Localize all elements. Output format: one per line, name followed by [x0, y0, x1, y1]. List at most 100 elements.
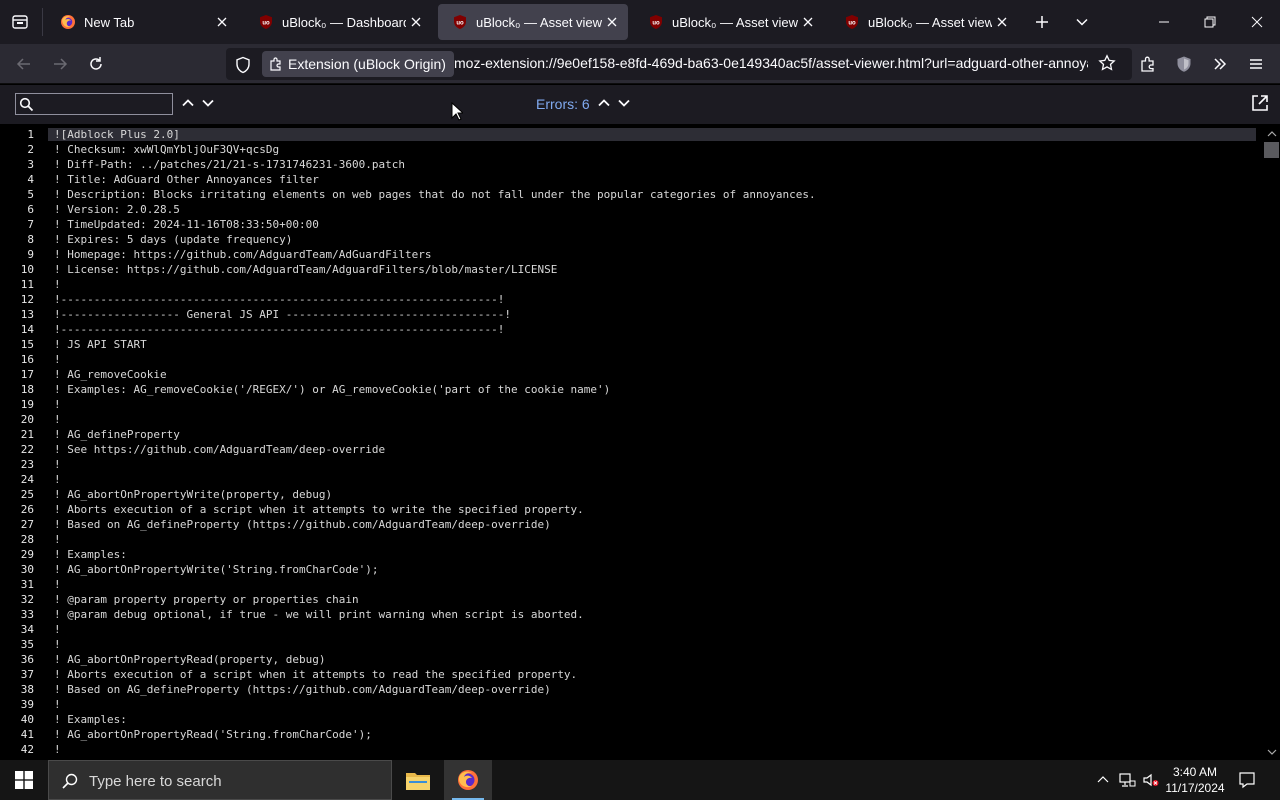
- line-number: 13: [20, 308, 34, 321]
- folder-icon: [406, 773, 430, 790]
- code-line: ! See https://github.com/AdguardTeam/dee…: [54, 443, 386, 456]
- open-in-new-tab-button[interactable]: [1250, 93, 1270, 113]
- code-line: !: [54, 353, 61, 366]
- minimize-button[interactable]: [1141, 0, 1187, 44]
- tab-1[interactable]: New Tab: [46, 4, 238, 40]
- find-field[interactable]: [15, 93, 173, 115]
- previous-error-button[interactable]: [596, 95, 612, 111]
- close-icon: [803, 17, 813, 27]
- find-next-button[interactable]: [200, 95, 216, 111]
- find-previous-button[interactable]: [180, 95, 196, 111]
- chevron-down-icon: [618, 99, 630, 107]
- plus-icon: [1036, 16, 1048, 28]
- code-line: ![Adblock Plus 2.0]: [48, 128, 1256, 141]
- scroll-down-arrow[interactable]: [1265, 746, 1278, 758]
- close-tab-button[interactable]: [992, 12, 1012, 32]
- scroll-up-arrow[interactable]: [1265, 128, 1278, 140]
- tab-2[interactable]: uo uBlock₀ — Dashboard: [244, 4, 432, 40]
- bookmark-star-icon[interactable]: [1098, 54, 1116, 77]
- code-line: ! Expires: 5 days (update frequency): [54, 233, 293, 246]
- chevron-up-icon: [598, 99, 610, 107]
- ublock-icon: uo: [846, 15, 858, 29]
- chevron-down-icon: [202, 99, 214, 107]
- code-line: ! AG_abortOnPropertyRead('String.fromCha…: [54, 728, 372, 741]
- close-tab-button[interactable]: [602, 12, 622, 32]
- find-input[interactable]: [36, 95, 170, 113]
- line-number: 34: [20, 623, 34, 636]
- firefox-view-icon: [12, 15, 28, 29]
- code-line: !---------------------------------------…: [54, 323, 505, 336]
- volume-tray-button[interactable]: [1140, 760, 1162, 800]
- tracking-protection-icon[interactable]: [234, 56, 252, 79]
- line-number: 42: [20, 743, 34, 756]
- tab-3[interactable]: uo uBlock₀ — Asset viewer: [438, 4, 628, 40]
- close-tab-button[interactable]: [406, 12, 426, 32]
- address-bar[interactable]: Extension (uBlock Origin) moz-extension:…: [226, 48, 1132, 80]
- reload-icon: [90, 57, 102, 70]
- close-icon: [411, 17, 421, 27]
- tab-5[interactable]: uo uBlock₀ — Asset viewer: [830, 4, 1018, 40]
- code-line: !: [54, 743, 61, 756]
- next-error-button[interactable]: [616, 95, 632, 111]
- url-text[interactable]: moz-extension://9e0ef158-e8fd-469d-ba63-…: [454, 55, 1088, 71]
- site-identity-button[interactable]: Extension (uBlock Origin): [262, 51, 454, 77]
- notification-center-button[interactable]: [1234, 760, 1260, 800]
- code-line: ! AG_defineProperty: [54, 428, 180, 441]
- vertical-scrollbar[interactable]: [1263, 126, 1280, 760]
- line-number: 41: [20, 728, 34, 741]
- line-number: 15: [20, 338, 34, 351]
- line-number: 32: [20, 593, 34, 606]
- restore-button[interactable]: [1187, 0, 1233, 44]
- asset-viewer-toolbar: Errors: 6: [0, 85, 1280, 124]
- application-menu-button[interactable]: [1242, 50, 1270, 78]
- firefox-icon: [61, 15, 75, 29]
- chevron-down-icon: [1076, 18, 1088, 26]
- close-icon: [1251, 16, 1263, 28]
- line-number: 6: [27, 203, 34, 216]
- code-line: ! @param property property or properties…: [54, 593, 359, 606]
- line-number: 20: [20, 413, 34, 426]
- tab-4[interactable]: uo uBlock₀ — Asset viewer: [634, 4, 824, 40]
- hamburger-menu-icon: [1250, 59, 1262, 69]
- tab-title: uBlock₀ — Dashboard: [282, 14, 406, 30]
- show-hidden-icons-button[interactable]: [1094, 760, 1112, 800]
- svg-text:uo: uo: [652, 20, 660, 26]
- code-line: !: [54, 278, 61, 291]
- line-number: 36: [20, 653, 34, 666]
- line-number: 2: [27, 143, 34, 156]
- close-tab-button[interactable]: [212, 12, 232, 32]
- line-number: 11: [20, 278, 34, 291]
- extensions-button[interactable]: [1134, 50, 1162, 78]
- line-number: 16: [20, 353, 34, 366]
- code-line: ! Homepage: https://github.com/AdguardTe…: [54, 248, 432, 261]
- scrollbar-thumb[interactable]: [1264, 142, 1279, 158]
- tab-strip-divider: [42, 8, 43, 36]
- network-tray-button[interactable]: [1116, 760, 1138, 800]
- close-icon: [607, 17, 617, 27]
- taskbar-clock[interactable]: 3:40 AM 11/17/2024: [1160, 764, 1230, 796]
- line-number: 24: [20, 473, 34, 486]
- ublock-shield-icon: [1177, 56, 1191, 72]
- code-line: !: [54, 698, 61, 711]
- ublock-toolbar-button[interactable]: [1170, 50, 1198, 78]
- list-all-tabs-button[interactable]: [1070, 10, 1094, 34]
- chevron-up-icon: [1097, 776, 1109, 783]
- close-tab-button[interactable]: [798, 12, 818, 32]
- line-number: 9: [27, 248, 34, 261]
- forward-button[interactable]: [46, 50, 74, 78]
- back-button[interactable]: [10, 50, 38, 78]
- firefox-taskbar-button[interactable]: [444, 760, 492, 800]
- start-button[interactable]: [0, 760, 48, 800]
- line-number: 19: [20, 398, 34, 411]
- code-editor[interactable]: 1 2 3 4 5 6 7 8 9 10 11 12 13 14 15 16 17 18 19 20 21 22 23 24 2…: [0, 126, 1280, 760]
- taskbar-search-box[interactable]: Type here to search: [48, 760, 392, 800]
- firefox-view-button[interactable]: [8, 10, 32, 34]
- file-explorer-taskbar-button[interactable]: [394, 760, 442, 800]
- ublock-icon: uo: [260, 15, 272, 29]
- close-window-button[interactable]: [1234, 0, 1280, 44]
- reload-button[interactable]: [82, 50, 110, 78]
- new-tab-button[interactable]: [1030, 10, 1054, 34]
- code-line: ! @param debug optional, if true - we wi…: [54, 608, 584, 621]
- clock-date: 11/17/2024: [1165, 781, 1225, 795]
- more-tools-button[interactable]: [1206, 50, 1234, 78]
